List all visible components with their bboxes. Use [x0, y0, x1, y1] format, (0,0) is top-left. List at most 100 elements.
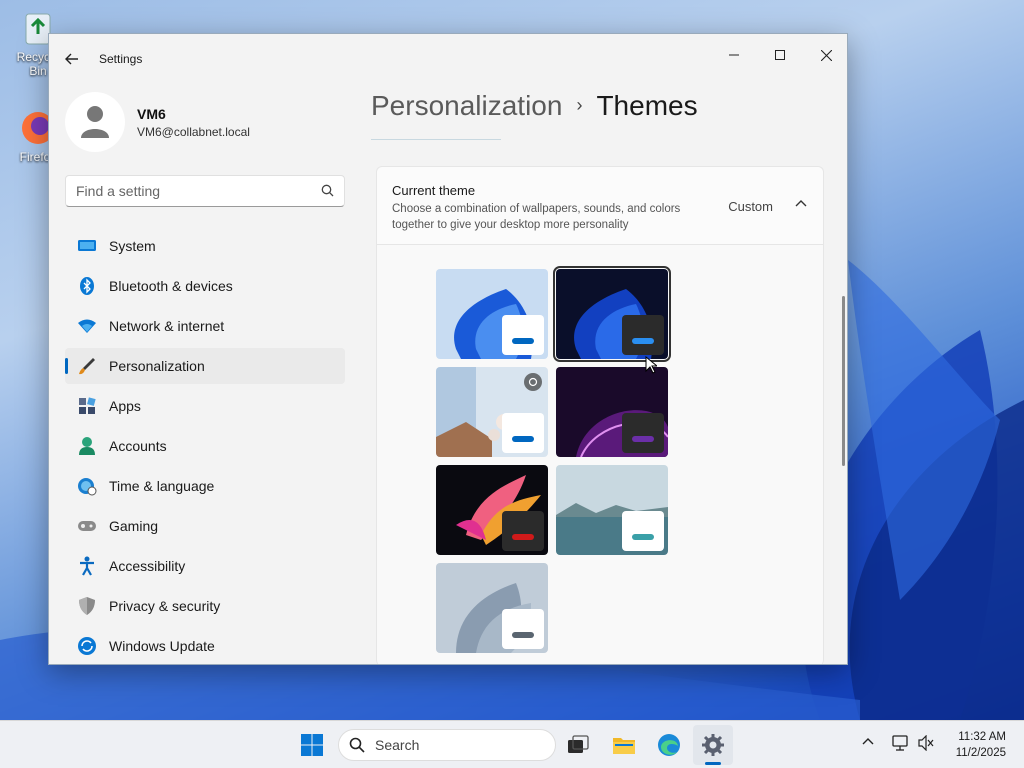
taskbar-search[interactable]: Search — [338, 729, 556, 761]
theme-preview-window — [502, 609, 544, 649]
accounts-icon — [79, 437, 95, 455]
theme-preview-window — [622, 413, 664, 453]
settings-taskbar-button[interactable] — [693, 725, 733, 765]
sidebar-item-windows-update[interactable]: Windows Update — [65, 628, 345, 664]
sidebar-item-label: Accessibility — [109, 558, 186, 574]
start-button[interactable] — [292, 725, 332, 765]
current-theme-value: Custom — [728, 199, 773, 214]
breadcrumb-separator: › — [576, 95, 583, 115]
chevron-up-icon[interactable] — [795, 199, 807, 207]
title-bar: Settings — [49, 34, 847, 82]
theme-tile-sunrise[interactable] — [556, 465, 668, 555]
theme-tile-captured-motion[interactable] — [436, 465, 548, 555]
edge-icon — [658, 734, 680, 756]
gear-icon — [702, 734, 724, 756]
theme-tile-spotlight[interactable] — [436, 367, 548, 457]
sidebar-item-label: Bluetooth & devices — [109, 278, 233, 294]
folder-icon — [613, 738, 635, 754]
sidebar-item-label: Time & language — [109, 478, 215, 494]
search-icon — [349, 737, 365, 753]
sidebar-item-label: Accounts — [109, 438, 167, 454]
close-button[interactable] — [803, 40, 847, 70]
theme-preview-window — [502, 413, 544, 453]
current-theme-title: Current theme — [392, 183, 476, 198]
avatar[interactable] — [65, 92, 125, 152]
show-hidden-icons-chevron-icon[interactable] — [862, 735, 874, 747]
breadcrumb-parent[interactable]: Personalization — [371, 90, 562, 121]
globe-clock-icon — [78, 478, 97, 496]
system-clock[interactable]: 11:32 AM 11/2/2025 — [956, 729, 1006, 761]
taskbar: Search 11:32 AM 11/2/2025 — [0, 720, 1024, 768]
update-icon — [78, 637, 96, 655]
breadcrumb-underline — [371, 139, 501, 140]
app-title: Settings — [99, 52, 143, 66]
minimize-button[interactable] — [711, 40, 757, 70]
sidebar-item-label: Personalization — [109, 358, 205, 374]
current-theme-card: Current theme Choose a combination of wa… — [376, 166, 824, 664]
maximize-icon — [775, 50, 785, 60]
current-theme-header[interactable]: Current theme Choose a combination of wa… — [377, 167, 823, 245]
back-button[interactable] — [61, 48, 83, 70]
search-placeholder: Find a setting — [76, 183, 161, 199]
sidebar-item-label: Windows Update — [109, 638, 215, 654]
bluetooth-icon — [80, 277, 94, 295]
active-app-indicator — [705, 762, 721, 765]
sidebar-item-accessibility[interactable]: Accessibility — [65, 548, 345, 584]
current-theme-description: Choose a combination of wallpapers, soun… — [392, 203, 681, 231]
sidebar-item-label: Privacy & security — [109, 598, 221, 614]
sidebar-item-bluetooth[interactable]: Bluetooth & devices — [65, 268, 345, 304]
sidebar-item-label: System — [109, 238, 156, 254]
scrollbar[interactable] — [842, 296, 845, 466]
sidebar-item-accounts[interactable]: Accounts — [65, 428, 345, 464]
accessibility-icon — [80, 556, 94, 576]
theme-preview-window — [502, 315, 544, 355]
sidebar-item-label: Network & internet — [109, 318, 225, 334]
sidebar-item-time-language[interactable]: Time & language — [65, 468, 345, 504]
minimize-icon — [729, 54, 739, 56]
clock-date: 11/2/2025 — [955, 747, 1006, 759]
maximize-button[interactable] — [757, 40, 803, 70]
search-icon — [321, 184, 334, 197]
task-view-button[interactable] — [558, 725, 598, 765]
theme-tile-windows-light[interactable] — [436, 269, 548, 359]
network-icon[interactable] — [892, 734, 910, 752]
system-icon — [78, 240, 96, 251]
theme-preview-window — [622, 511, 664, 551]
close-icon — [820, 49, 832, 61]
apps-icon — [79, 397, 96, 414]
clock-time: 11:32 AM — [958, 731, 1006, 743]
wifi-icon — [78, 319, 96, 333]
windows-logo-icon — [301, 734, 323, 756]
taskbar-search-label: Search — [375, 737, 420, 753]
sidebar-item-privacy[interactable]: Privacy & security — [65, 588, 345, 624]
sidebar-item-label: Gaming — [109, 518, 159, 534]
breadcrumb: Personalization › Themes — [371, 90, 698, 122]
sidebar-item-personalization[interactable]: Personalization — [65, 348, 345, 384]
page-title: Themes — [596, 90, 698, 121]
profile-name: VM6 — [137, 106, 166, 122]
gamepad-icon — [78, 521, 96, 531]
file-explorer-button[interactable] — [604, 725, 644, 765]
theme-tile-flow[interactable] — [436, 563, 548, 653]
brush-icon — [79, 358, 95, 375]
theme-tile-glow[interactable] — [556, 367, 668, 457]
theme-tile-windows-dark[interactable] — [553, 266, 671, 362]
sidebar-item-label: Apps — [109, 398, 141, 414]
volume-muted-icon[interactable] — [918, 735, 934, 751]
settings-window: Settings VM6 VM6@collabnet.local Find a … — [48, 33, 848, 665]
sidebar-item-system[interactable]: System — [65, 228, 345, 264]
theme-preview-window — [502, 511, 544, 551]
sidebar-item-network[interactable]: Network & internet — [65, 308, 345, 344]
user-icon — [81, 106, 109, 138]
search-input[interactable]: Find a setting — [65, 175, 345, 207]
mouse-cursor-icon — [645, 356, 657, 374]
edge-button[interactable] — [649, 725, 689, 765]
slideshow-icon — [524, 373, 542, 391]
theme-preview-window — [622, 315, 664, 355]
shield-icon — [79, 597, 95, 615]
sidebar-item-apps[interactable]: Apps — [65, 388, 345, 424]
back-arrow-icon — [65, 53, 78, 65]
sidebar-item-gaming[interactable]: Gaming — [65, 508, 345, 544]
profile-email: VM6@collabnet.local — [137, 125, 250, 139]
sidebar-nav: System Bluetooth & devices Network & int… — [65, 228, 345, 664]
